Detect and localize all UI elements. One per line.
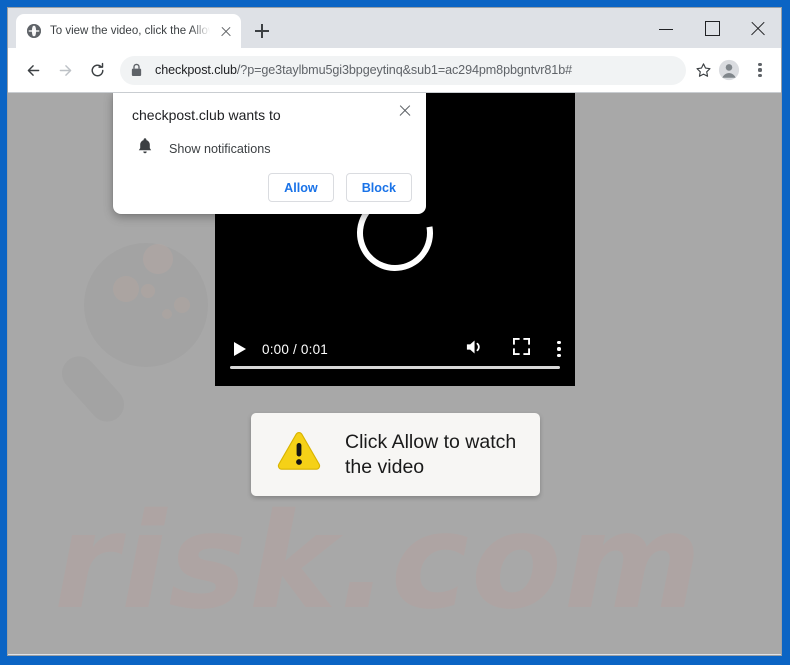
warning-text: Click Allow to watch the video [345,430,516,480]
menu-dot [758,74,761,77]
bell-icon [137,137,153,160]
browser-tab[interactable]: To view the video, click the Allow [16,14,241,48]
minimize-button[interactable] [643,8,689,48]
warning-banner: Click Allow to watch the video [251,413,540,496]
close-icon[interactable] [394,100,416,122]
three-dot-menu-icon[interactable] [746,55,774,85]
profile-avatar-icon[interactable] [714,55,744,85]
menu-dot [557,347,561,351]
browser-window: To view the video, click the Allow [8,8,781,655]
play-icon[interactable] [232,341,249,358]
video-right-controls [465,338,561,361]
menu-dot [758,68,761,71]
video-controls: 0:00 / 0:01 [215,324,575,386]
close-window-button[interactable] [735,8,781,48]
url-domain: checkpost.club [155,63,237,77]
window-frame: To view the video, click the Allow [0,0,790,665]
video-button-row: 0:00 / 0:01 [215,334,575,364]
magnifier-icon [60,233,220,433]
video-time-display: 0:00 / 0:01 [262,342,328,357]
lock-icon[interactable] [124,58,148,82]
video-progress-bar[interactable] [230,366,560,370]
menu-dot [557,341,561,345]
page-viewport: risk.com 0:00 / 0:01 [8,93,781,654]
maximize-button[interactable] [689,8,735,48]
volume-icon[interactable] [465,338,486,361]
url-text: checkpost.club/?p=ge3taylbmu5gi3bpgeytin… [155,63,676,77]
address-bar[interactable]: checkpost.club/?p=ge3taylbmu5gi3bpgeytin… [120,56,686,85]
forward-icon [50,55,80,85]
globe-icon [26,23,42,39]
tab-strip: To view the video, click the Allow [8,8,781,48]
url-path: /?p=ge3taylbmu5gi3bpgeytinq&sub1=ac294pm… [237,63,572,77]
allow-button[interactable]: Allow [268,173,334,202]
reload-icon[interactable] [82,55,112,85]
notification-permission-dialog: checkpost.club wants to Show notificatio… [113,93,426,214]
permission-buttons: Allow Block [268,173,412,202]
fullscreen-icon[interactable] [513,338,530,360]
close-tab-icon[interactable] [218,23,234,39]
permission-dialog-title: checkpost.club wants to [132,107,281,123]
menu-dot [758,63,761,66]
window-controls [643,8,781,48]
warning-text-line2: the video [345,456,424,478]
more-options-icon[interactable] [557,341,561,358]
permission-label: Show notifications [169,142,271,156]
block-button[interactable]: Block [346,173,412,202]
back-icon[interactable] [18,55,48,85]
tab-title: To view the video, click the Allow [50,25,210,37]
warning-text-line1: Click Allow to watch [345,431,516,453]
menu-dot [557,354,561,358]
star-icon[interactable] [694,55,712,85]
watermark-text: risk.com [54,485,703,639]
permission-row: Show notifications [137,137,271,160]
warning-triangle-icon [275,430,323,479]
new-tab-button[interactable] [248,17,276,45]
browser-toolbar: checkpost.club/?p=ge3taylbmu5gi3bpgeytin… [8,48,781,93]
